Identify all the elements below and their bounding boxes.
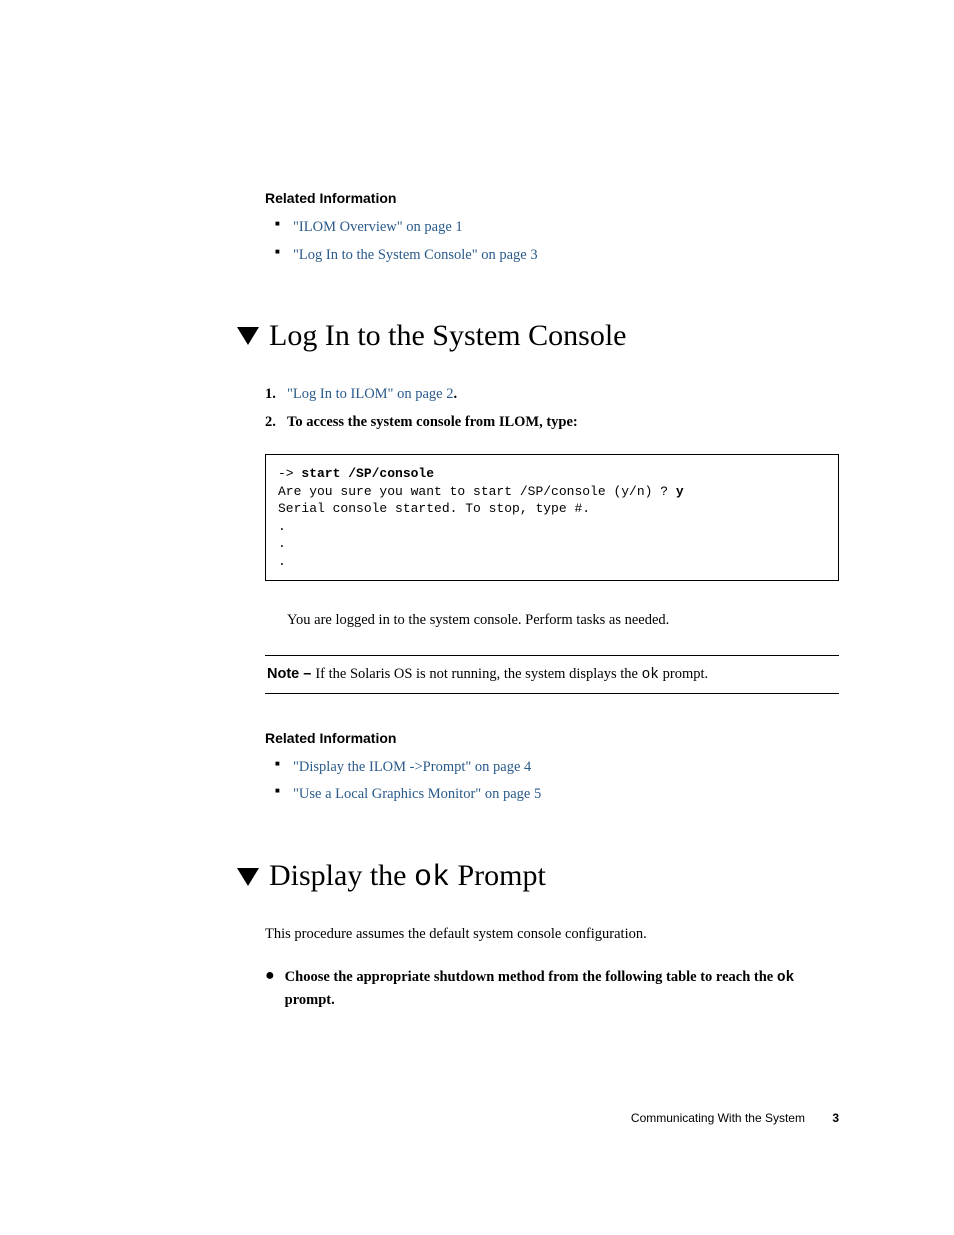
- triangle-down-icon: [237, 327, 259, 345]
- note-box: Note – If the Solaris OS is not running,…: [265, 655, 839, 694]
- code-line: Serial console started. To stop, type #.: [278, 501, 590, 516]
- related-link-list: "ILOM Overview" on page 1 "Log In to the…: [265, 214, 839, 269]
- step-2: 2. To access the system console from ILO…: [265, 409, 839, 437]
- list-item: "Log In to the System Console" on page 3: [279, 242, 839, 270]
- step-suffix: .: [453, 386, 457, 402]
- related-info-middle: Related Information "Display the ILOM ->…: [265, 730, 839, 809]
- step-number: 2.: [265, 409, 276, 437]
- link-ilom-overview[interactable]: "ILOM Overview" on page 1: [293, 219, 463, 235]
- code-ellipsis: . . .: [278, 519, 286, 569]
- related-link-list: "Display the ILOM ->Prompt" on page 4 "U…: [265, 754, 839, 809]
- code-console-output: -> start /SP/console Are you sure you wa…: [265, 454, 839, 581]
- note-text: prompt.: [659, 666, 708, 682]
- numbered-steps: 1. "Log In to ILOM" on page 2. 2. To acc…: [265, 381, 839, 436]
- step-number: 1.: [265, 381, 276, 409]
- note-code: ok: [642, 667, 659, 683]
- list-item: "Use a Local Graphics Monitor" on page 5: [279, 781, 839, 809]
- footer-page-number: 3: [832, 1111, 839, 1125]
- note-text: If the Solaris OS is not running, the sy…: [315, 666, 641, 682]
- link-login-ilom[interactable]: "Log In to ILOM" on page 2: [287, 386, 453, 402]
- result-text: You are logged in to the system console.…: [265, 609, 839, 632]
- heading-text: Display the ok Prompt: [269, 859, 546, 895]
- code-input: y: [676, 484, 684, 499]
- footer-chapter: Communicating With the System: [631, 1111, 805, 1125]
- triangle-down-icon: [237, 868, 259, 886]
- heading-text: Log In to the System Console: [269, 319, 626, 353]
- page-footer: Communicating With the System 3: [631, 1111, 839, 1125]
- link-local-monitor[interactable]: "Use a Local Graphics Monitor" on page 5: [293, 786, 541, 802]
- step-text: To access the system console from ILOM, …: [287, 414, 578, 430]
- intro-paragraph: This procedure assumes the default syste…: [265, 923, 839, 946]
- bullet-dot-icon: ●: [265, 966, 275, 1012]
- link-login-console[interactable]: "Log In to the System Console" on page 3: [293, 247, 538, 263]
- instruction-text: Choose the appropriate shutdown method f…: [285, 966, 839, 1012]
- related-heading: Related Information: [265, 190, 839, 206]
- related-heading: Related Information: [265, 730, 839, 746]
- code-prompt: ->: [278, 466, 301, 481]
- step-1: 1. "Log In to ILOM" on page 2.: [265, 381, 839, 409]
- list-item: "ILOM Overview" on page 1: [279, 214, 839, 242]
- heading-display-ok: Display the ok Prompt: [237, 859, 839, 895]
- heading-login-console: Log In to the System Console: [237, 319, 839, 353]
- instruction-bullet: ● Choose the appropriate shutdown method…: [265, 966, 839, 1012]
- related-info-top: Related Information "ILOM Overview" on p…: [265, 190, 839, 269]
- code-command: start /SP/console: [301, 466, 434, 481]
- list-item: "Display the ILOM ->Prompt" on page 4: [279, 754, 839, 782]
- code-line: Are you sure you want to start /SP/conso…: [278, 484, 676, 499]
- link-display-prompt[interactable]: "Display the ILOM ->Prompt" on page 4: [293, 759, 531, 775]
- note-label: Note –: [267, 666, 315, 682]
